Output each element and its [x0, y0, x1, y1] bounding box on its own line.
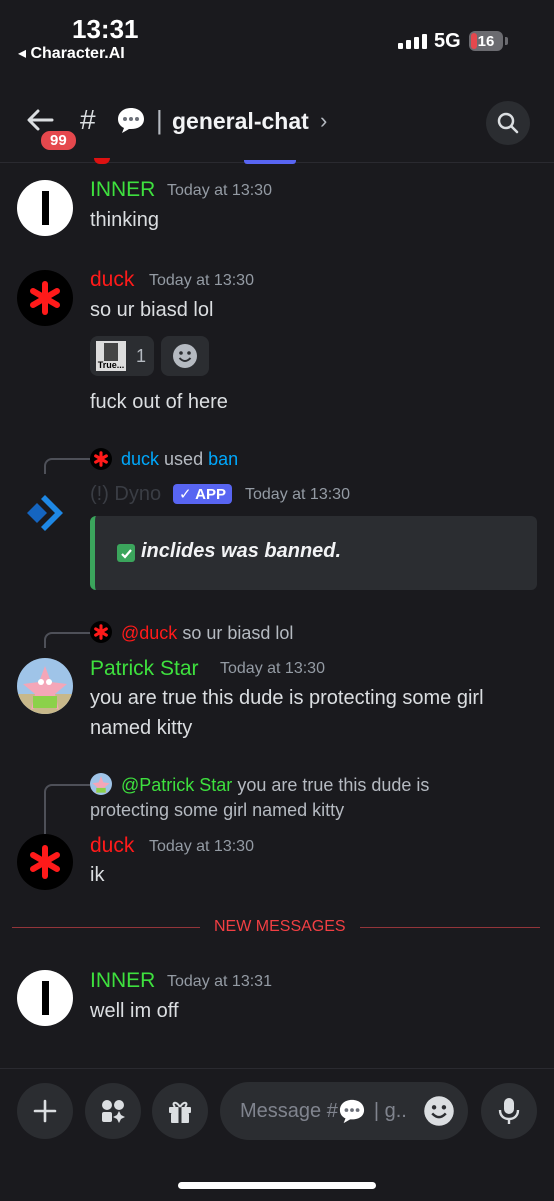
message-author[interactable]: INNER	[90, 178, 155, 202]
message-text: thinking	[90, 209, 159, 231]
reply-preview[interactable]: @duck so ur biasd lol	[121, 623, 293, 644]
cell-signal-icon	[398, 34, 427, 49]
speech-bubble-icon	[118, 108, 144, 133]
asterisk-icon	[30, 845, 60, 879]
message-text: named kitty	[90, 717, 193, 739]
smiley-icon	[424, 1096, 454, 1126]
partial-tag	[244, 160, 296, 164]
reply-text: protecting some girl named kitty	[90, 800, 345, 820]
reply-text: so ur biasd lol	[182, 623, 294, 643]
message-timestamp: Today at 13:30	[149, 838, 254, 855]
gift-icon	[169, 1101, 191, 1123]
command-line: duck used ban	[121, 449, 238, 470]
mini-avatar-duck	[90, 448, 112, 470]
battery-tip	[505, 37, 508, 45]
message-author[interactable]: INNER	[90, 969, 155, 993]
home-indicator[interactable]	[178, 1182, 376, 1189]
unread-badge: 99	[38, 128, 79, 153]
asterisk-icon	[30, 281, 60, 315]
embed-text: inclides was banned.	[141, 540, 342, 562]
message-author[interactable]: (!) Dyno	[90, 483, 161, 506]
reply-connector	[44, 632, 90, 648]
reaction-count: 1	[136, 345, 147, 366]
battery-level: 16	[477, 32, 495, 50]
message-timestamp: Today at 13:30	[149, 272, 254, 289]
avatar-inner[interactable]	[17, 970, 73, 1026]
message-timestamp: Today at 13:31	[167, 973, 272, 990]
reaction-chip[interactable]: True... 1	[90, 336, 154, 376]
new-messages-label: NEW MESSAGES	[200, 918, 360, 936]
search-button[interactable]	[486, 101, 530, 145]
voice-message-button[interactable]	[481, 1083, 537, 1139]
reply-text: you are true this dude is	[237, 775, 430, 795]
reply-mention[interactable]: @Patrick Star	[121, 775, 232, 795]
patrick-star-icon	[92, 776, 110, 794]
plus-icon	[33, 1099, 57, 1123]
channel-name[interactable]: general-chat	[172, 108, 309, 135]
emoji-button[interactable]	[423, 1095, 455, 1127]
avatar-duck[interactable]	[17, 270, 73, 326]
search-icon	[497, 112, 519, 134]
message-timestamp: Today at 13:30	[245, 486, 350, 503]
add-attachment-button[interactable]	[17, 1083, 73, 1139]
reply-connector	[44, 458, 90, 474]
chevron-right-icon[interactable]: ›	[320, 108, 327, 134]
back-to-app-link[interactable]: ◂ Character.AI	[18, 43, 125, 63]
mini-avatar-patrick	[90, 773, 112, 795]
reply-mention[interactable]: @duck	[121, 623, 177, 643]
app-tag: ✓ APP	[173, 484, 233, 504]
input-placeholder-tail: | g..	[373, 1099, 407, 1122]
avatar-patrick[interactable]	[17, 658, 73, 714]
reaction-sticker-caption: True...	[97, 360, 125, 370]
gift-button[interactable]	[152, 1083, 208, 1139]
network-type: 5G	[434, 30, 461, 52]
mini-avatar-duck	[90, 621, 112, 643]
command-user[interactable]: duck	[121, 449, 159, 469]
message-text: well im off	[90, 1000, 179, 1022]
message-timestamp: Today at 13:30	[167, 182, 272, 199]
message-text: ik	[90, 864, 105, 886]
avatar-inner[interactable]	[17, 180, 73, 236]
message-text: you are true this dude is protecting som…	[90, 687, 484, 709]
command-name[interactable]: ban	[208, 449, 238, 469]
apps-button[interactable]	[85, 1083, 141, 1139]
input-placeholder: Message #	[240, 1099, 338, 1122]
message-text: fuck out of here	[90, 391, 228, 413]
asterisk-icon	[94, 624, 108, 640]
message-timestamp: Today at 13:30	[220, 660, 325, 677]
command-used: used	[164, 449, 204, 469]
dyno-logo-icon	[27, 495, 63, 531]
avatar-duck[interactable]	[17, 834, 73, 890]
partial-avatar	[94, 158, 110, 164]
channel-hash-icon: #	[80, 104, 96, 135]
header-pipe: |	[156, 105, 163, 135]
message-author[interactable]: duck	[90, 268, 134, 292]
status-time: 13:31	[72, 14, 139, 44]
reaction-sticker: True...	[96, 341, 126, 371]
add-reaction-button[interactable]	[161, 336, 209, 376]
message-author[interactable]: Patrick Star	[90, 657, 199, 681]
patrick-star-icon	[17, 666, 73, 714]
reply-connector	[44, 784, 90, 836]
reply-preview[interactable]: @Patrick Star you are true this dude is	[121, 775, 429, 796]
avatar-dyno[interactable]	[17, 485, 73, 541]
battery-icon: 16	[469, 31, 503, 51]
smiley-icon	[173, 344, 197, 368]
speech-bubble-icon	[339, 1099, 364, 1124]
apps-icon	[102, 1100, 125, 1123]
asterisk-icon	[94, 451, 108, 467]
message-author[interactable]: duck	[90, 834, 134, 858]
check-icon	[117, 544, 135, 562]
microphone-icon	[498, 1098, 520, 1124]
message-text: so ur biasd lol	[90, 299, 214, 321]
